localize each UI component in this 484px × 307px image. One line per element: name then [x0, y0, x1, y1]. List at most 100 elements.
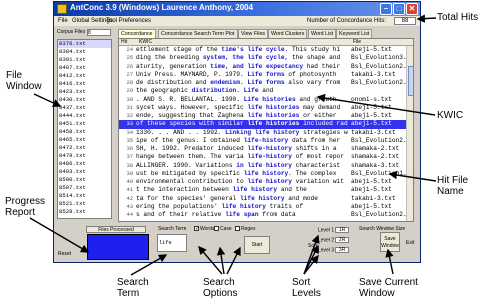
hit-file-name[interactable]: takabi-3.txt [351, 195, 413, 203]
minimize-button[interactable]: – [380, 3, 392, 15]
file-list-item[interactable]: 8486.txt [58, 160, 111, 168]
file-list-item[interactable]: 8458.txt [58, 128, 111, 136]
level-2-select[interactable]: 2R [335, 237, 350, 243]
file-list-item[interactable]: 8430.txt [58, 96, 111, 104]
start-button[interactable]: Start [244, 236, 270, 254]
hit-file-name[interactable]: abeji-5.txt [351, 178, 413, 186]
regex-option[interactable]: Regex [235, 226, 255, 232]
row-number: 30 [126, 96, 133, 103]
file-list-item[interactable]: 8412.txt [58, 72, 111, 80]
file-list-item[interactable]: 8507.txt [58, 184, 111, 192]
file-list-item[interactable]: 8376.txt [58, 40, 111, 48]
table-row[interactable]: 27 Univ Press. MAYNARD, P. 1979. Life for… [119, 71, 413, 79]
menu-file[interactable]: File [58, 16, 68, 26]
hit-file-name[interactable]: Bsl_Evolution2. [351, 79, 413, 87]
hit-file-name[interactable]: abeji-5.txt [351, 112, 413, 120]
sort-level-2[interactable]: Level 2 2R [318, 237, 350, 243]
words-checkbox[interactable]: ✓ [194, 226, 199, 232]
exit-button[interactable]: Exit [406, 240, 414, 246]
tab-keyword-list[interactable]: Keyword List [336, 29, 373, 38]
tab-concordance[interactable]: Concordance [118, 29, 156, 38]
file-list-item[interactable]: 8407.txt [58, 64, 111, 72]
case-option[interactable]: Case [214, 226, 232, 232]
table-row[interactable]: 37 hange between them. The varia life-his… [119, 153, 413, 161]
table-row[interactable]: 40 environmental contribution to life hi… [119, 178, 413, 186]
table-row[interactable]: 33 of these species with similar life his… [119, 120, 413, 129]
table-row[interactable]: 41 t the interaction between life history… [119, 186, 413, 194]
file-list-item[interactable]: 8479.txt [58, 152, 111, 160]
table-row[interactable]: 36 SH, H. 1992. Predator induced life-his… [119, 145, 413, 153]
sort-level-3[interactable]: Level 3 3R [318, 247, 350, 253]
case-checkbox[interactable] [214, 226, 219, 232]
file-list-item[interactable]: 8465.txt [58, 136, 111, 144]
table-row[interactable]: 43 ering the populations' life history tr… [119, 203, 413, 211]
tab-word-list[interactable]: Word List [308, 29, 337, 38]
table-row[interactable]: 44 s and of their relative life span from… [119, 211, 413, 219]
table-row[interactable]: 42 ta for the species' general life histo… [119, 195, 413, 203]
save-window-button[interactable]: Save Window [380, 232, 400, 252]
file-list-item[interactable]: 8451.txt [58, 120, 111, 128]
file-list-item[interactable]: 8500.txt [58, 176, 111, 184]
table-row[interactable]: 25 ding the breeding system, the life cyc… [119, 54, 413, 62]
table-row[interactable]: 34 1330. . . AND . . 1992. Linking life h… [119, 129, 413, 137]
tab-view-files[interactable]: View Files [238, 29, 269, 38]
table-row[interactable]: 24 ettlement stage of the time's life cyc… [119, 46, 413, 54]
hit-file-name[interactable]: shamaka-3.txt [351, 162, 413, 170]
words-option[interactable]: ✓Words [194, 226, 214, 232]
search-term-input[interactable]: life [157, 234, 187, 252]
table-row[interactable]: 32 ende, suggesting that Zaghena life his… [119, 112, 413, 120]
reset-button[interactable]: Reset [58, 251, 71, 257]
table-row[interactable]: 26 aturity, generation time, and life exp… [119, 62, 413, 71]
level-1-select[interactable]: 1R [335, 227, 350, 233]
table-row[interactable]: 35 ipe of the genus. I obtained life-hist… [119, 137, 413, 145]
table-row[interactable]: 31 sycet ways. However, specific life his… [119, 104, 413, 112]
hit-file-name[interactable]: abeji-5.txt [351, 203, 413, 211]
hit-file-name[interactable]: Bsl_Evolution1. [351, 170, 413, 178]
table-row[interactable]: 28 de distribution and endemism. Life for… [119, 79, 413, 87]
hit-file-name[interactable]: Bsl_Evolution2. [351, 63, 413, 71]
file-list[interactable]: 8376.txt 8384.txt 8391.txt 8407.txt 8412.txt… [57, 39, 112, 219]
file-list-item[interactable]: 8493.txt [58, 168, 111, 176]
kwic-left-context: aturity, generation [136, 62, 211, 70]
table-row[interactable]: 38 ALLINGER. 1990. Variations in life his… [119, 162, 413, 170]
table-row[interactable]: 29 the geographic distribution. Life and [119, 87, 413, 95]
table-row[interactable]: 30. AND S. R. BELLANTAL. 1990. Life hist… [119, 96, 413, 104]
hit-file-name[interactable]: abeji-5.txt [351, 104, 413, 112]
hit-file-name[interactable]: takabi-3.txt [351, 71, 413, 79]
file-list-item[interactable]: 8423.txt [58, 88, 111, 96]
tab-word-clusters[interactable]: Word Clusters [268, 29, 308, 38]
hit-file-name[interactable]: onomi-s.txt [351, 96, 413, 104]
menu-bar: File Global Settings Tool Preferences Nu… [54, 16, 420, 26]
hit-file-name[interactable]: shamaka-2.txt [351, 153, 413, 161]
file-list-item[interactable]: 8444.txt [58, 112, 111, 120]
scrollbar-thumb[interactable] [408, 66, 413, 96]
hit-file-name[interactable]: abeji-5.txt [351, 46, 413, 54]
hit-file-name[interactable]: Bsl_Evolution3. [351, 54, 413, 62]
file-list-item[interactable]: 8416.txt [58, 80, 111, 88]
file-list-item[interactable]: 8521.txt [58, 200, 111, 208]
regex-checkbox[interactable] [235, 226, 240, 232]
file-list-item[interactable]: 8472.txt [58, 144, 111, 152]
maximize-button[interactable]: □ [393, 3, 405, 15]
hit-file-name[interactable]: Bsl_Evolution2. [351, 211, 413, 219]
close-button[interactable]: ✕ [406, 3, 418, 15]
hit-file-name[interactable]: Bsl_Evolution2. [351, 137, 413, 145]
hit-file-name[interactable]: abeji-5.txt [351, 120, 413, 128]
tab-concordance-plot[interactable]: Concordance Search Term Plot [158, 29, 238, 38]
hit-file-name[interactable]: takabi-3.txt [351, 129, 413, 137]
sort-level-1[interactable]: Level 1 1R [318, 227, 350, 233]
vertical-scrollbar[interactable] [406, 46, 413, 221]
menu-tool-preferences[interactable]: Tool Preferences [106, 16, 151, 26]
file-list-item[interactable]: 8528.txt [58, 208, 111, 216]
file-list-item[interactable]: 8437.txt [58, 104, 111, 112]
concordance-grid[interactable]: Hit KWIC File 24 ettlement stage of the t… [118, 38, 414, 222]
app-icon [57, 4, 67, 14]
hit-file-name[interactable]: abeji-5.txt [351, 186, 413, 194]
hit-file-name[interactable]: shamaka-2.txt [351, 145, 413, 153]
file-list-item[interactable]: 8391.txt [58, 56, 111, 64]
table-row[interactable]: 39 ust be mitigated by specific life hist… [119, 170, 413, 178]
progress-report [87, 234, 149, 260]
file-list-item[interactable]: 8384.txt [58, 48, 111, 56]
file-list-item[interactable]: 8514.txt [58, 192, 111, 200]
level-3-select[interactable]: 3R [335, 247, 350, 253]
